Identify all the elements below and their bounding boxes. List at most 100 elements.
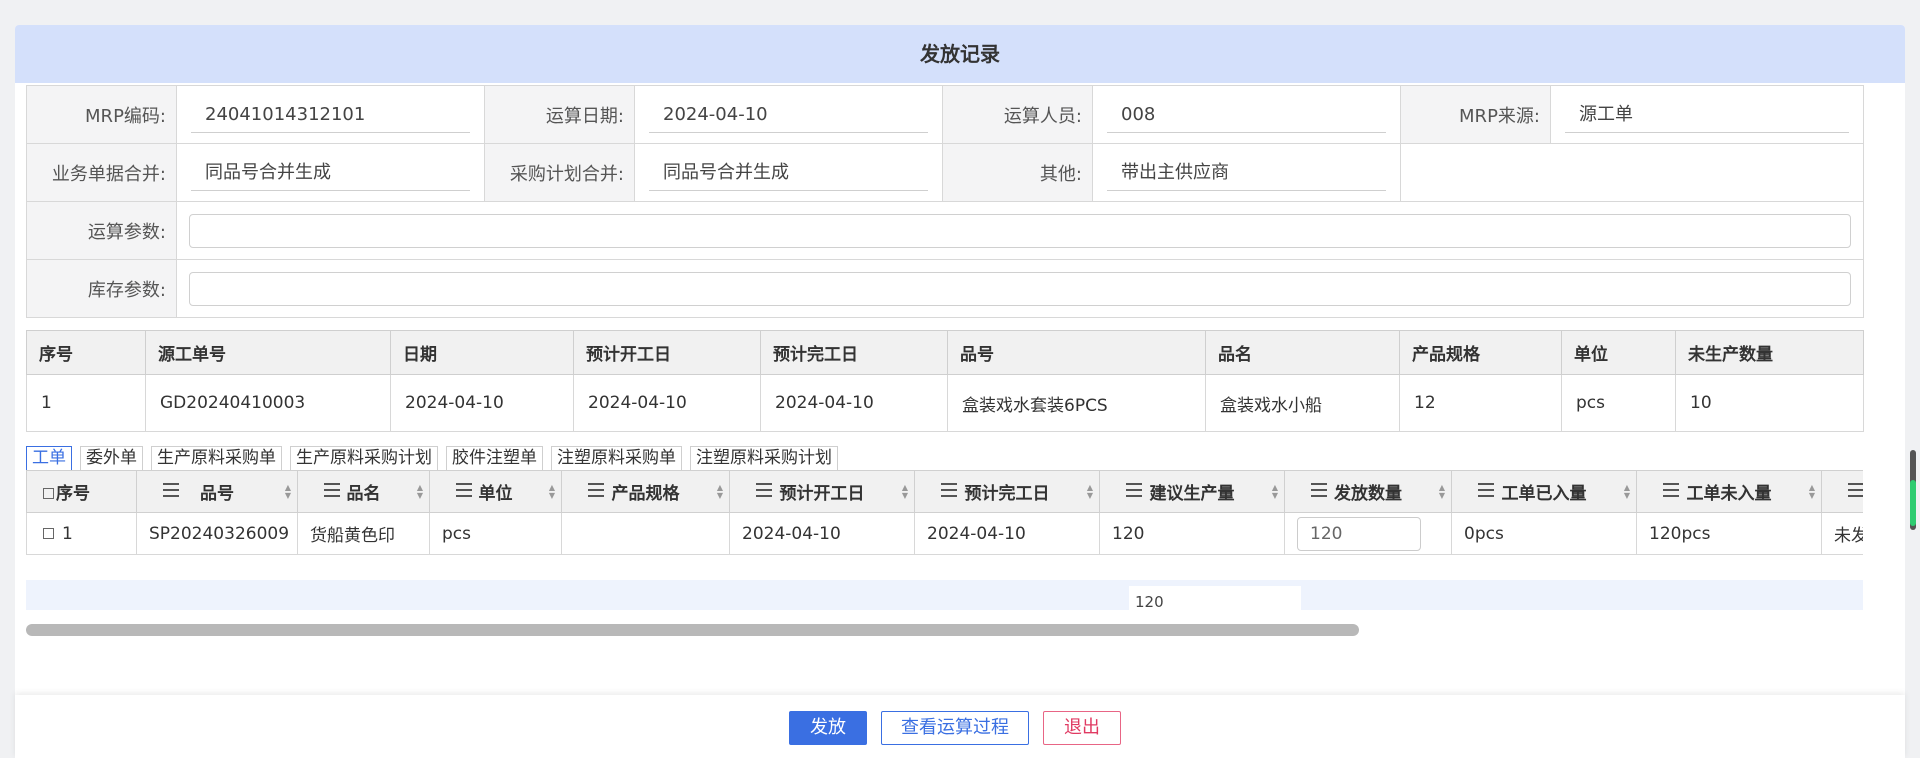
table-cell: GD20240410003 [145,374,391,432]
document-tabs: 工单 委外单 生产原料采购单 生产原料采购计划 胶件注塑单 注塑原料采购单 注塑… [26,446,838,471]
purchase-merge-field[interactable]: 同品号合并生成 [649,155,928,191]
sort-icon[interactable]: ▲ ▼ [1624,484,1630,500]
end-date-cell: 2024-04-10 [914,512,1100,555]
sort-icon[interactable]: ▲ ▼ [1809,484,1815,500]
detail-grid: 序号 品号 ▲ ▼ 品名 ▲ ▼ 单位 ▲ ▼ 产品规格 ▲ ▼ 预计开工日 ▲ ▼ 预计完工日 ▲ ▼… [26,470,1863,555]
spec-cell [561,512,730,555]
mrp-info-form: MRP编码: 24041014312101 运算日期: 2024-04-10 运… [26,85,1864,318]
other-field[interactable]: 带出主供应商 [1107,155,1386,191]
release-qty-input[interactable]: 120 [1297,516,1421,551]
tab-injection-material-plan[interactable]: 注塑原料采购计划 [690,446,838,471]
tab-injection-order[interactable]: 胶件注塑单 [446,446,543,471]
column-menu-icon[interactable] [324,483,340,497]
col-header: 源工单号 [145,330,391,375]
sort-icon[interactable]: ▲ ▼ [1087,484,1093,500]
biz-merge-label: 业务单据合并: [26,143,177,202]
col-header[interactable]: 品名 ▲ ▼ [297,470,430,513]
sort-icon[interactable]: ▲ ▼ [1272,484,1278,500]
column-menu-icon[interactable] [588,483,604,497]
col-header[interactable]: 产品规格 ▲ ▼ [561,470,730,513]
mrp-code-label: MRP编码: [26,85,177,144]
exit-button[interactable]: 退出 [1043,711,1121,745]
calc-params-input[interactable] [189,213,1851,248]
table-cell: 2024-04-10 [760,374,948,432]
column-menu-icon[interactable] [1848,483,1863,497]
overflow-cell: 未发 [1821,512,1863,555]
table-cell: 12 [1399,374,1562,432]
column-menu-icon[interactable] [163,483,179,497]
release-qty-cell: 120 [1284,512,1452,555]
horizontal-scrollbar[interactable] [26,624,1359,636]
col-header: 预计完工日 [760,330,948,375]
sort-icon[interactable]: ▲ ▼ [549,484,555,500]
tab-material-purchase[interactable]: 生产原料采购单 [151,446,282,471]
column-menu-icon[interactable] [756,483,772,497]
col-header[interactable]: 建议生产量 ▲ ▼ [1099,470,1285,513]
view-calc-process-button[interactable]: 查看运算过程 [881,711,1029,745]
col-header: 未生产数量 [1675,330,1864,375]
column-menu-icon[interactable] [1663,483,1679,497]
table-row[interactable]: 1 SP20240326009 货船黄色印 pcs 2024-04-10 202… [26,512,1863,555]
table-cell: 2024-04-10 [390,374,574,432]
table-cell: 2024-04-10 [573,374,761,432]
sort-icon[interactable]: ▲ ▼ [1439,484,1445,500]
tab-outsourcing[interactable]: 委外单 [80,446,143,471]
source-order-table: 序号 源工单号 日期 预计开工日 预计完工日 品号 品名 产品规格 单位 未生产… [26,330,1864,432]
source-table-header: 序号 源工单号 日期 预计开工日 预计完工日 品号 品名 产品规格 单位 未生产… [26,330,1864,375]
vertical-scrollbar-thumb[interactable] [1910,480,1916,526]
row-checkbox[interactable] [43,527,54,539]
sort-icon[interactable]: ▲ ▼ [285,484,291,500]
table-cell: 盒装戏水套装6PCS [947,374,1206,432]
operator-field[interactable]: 008 [1107,97,1386,133]
purchase-merge-label: 采购计划合并: [484,143,635,202]
select-all-checkbox[interactable] [43,488,54,499]
sort-icon[interactable]: ▲ ▼ [717,484,723,500]
col-header[interactable]: 品号 ▲ ▼ [136,470,298,513]
grid-footer-row: 120 [26,580,1863,610]
table-cell: 盒装戏水小船 [1205,374,1400,432]
column-menu-icon[interactable] [941,483,957,497]
biz-merge-field[interactable]: 同品号合并生成 [191,155,470,191]
col-header: 品名 [1205,330,1400,375]
release-button[interactable]: 发放 [789,711,867,745]
col-header: 序号 [26,330,146,375]
table-cell: pcs [1561,374,1676,432]
column-menu-icon[interactable] [1311,483,1327,497]
column-menu-icon[interactable] [1126,483,1142,497]
sort-icon[interactable]: ▲ ▼ [902,484,908,500]
table-row[interactable]: 1 GD20240410003 2024-04-10 2024-04-10 20… [26,374,1864,432]
col-header[interactable]: 预计开工日 ▲ ▼ [729,470,915,513]
tab-material-purchase-plan[interactable]: 生产原料采购计划 [290,446,438,471]
operator-label: 运算人员: [942,85,1093,144]
table-cell: 10 [1675,374,1864,432]
tab-work-order[interactable]: 工单 [26,446,72,471]
col-header[interactable]: 预计完工日 ▲ ▼ [914,470,1100,513]
column-menu-icon[interactable] [1478,483,1494,497]
mrp-code-field[interactable]: 24041014312101 [191,97,470,133]
col-header: 预计开工日 [573,330,761,375]
suggest-qty-sum: 120 [1129,586,1301,610]
col-seq-header[interactable]: 序号 [26,470,137,513]
sort-icon[interactable]: ▲ ▼ [417,484,423,500]
detail-grid-viewport: 序号 品号 ▲ ▼ 品名 ▲ ▼ 单位 ▲ ▼ 产品规格 ▲ ▼ 预计开工日 ▲ ▼ 预计完工日 ▲ ▼… [26,470,1863,610]
start-date-cell: 2024-04-10 [729,512,915,555]
col-header-overflow[interactable] [1821,470,1863,513]
calc-date-field[interactable]: 2024-04-10 [649,97,928,133]
calc-date-label: 运算日期: [484,85,635,144]
item-no-cell: SP20240326009 [136,512,298,555]
col-header[interactable]: 工单未入量 ▲ ▼ [1636,470,1822,513]
stock-params-label: 库存参数: [26,259,177,318]
col-header[interactable]: 发放数量 ▲ ▼ [1284,470,1452,513]
column-menu-icon[interactable] [456,483,472,497]
col-header[interactable]: 工单已入量 ▲ ▼ [1451,470,1637,513]
stock-params-input[interactable] [189,271,1851,306]
col-header: 品号 [947,330,1206,375]
tab-injection-material-purchase[interactable]: 注塑原料采购单 [551,446,682,471]
mrp-source-field[interactable]: 源工单 [1565,97,1849,133]
col-header: 单位 [1561,330,1676,375]
col-header[interactable]: 单位 ▲ ▼ [429,470,562,513]
col-header: 日期 [390,330,574,375]
stocked-qty-cell: 0pcs [1451,512,1637,555]
unstocked-qty-cell: 120pcs [1636,512,1822,555]
item-name-cell: 货船黄色印 [297,512,430,555]
